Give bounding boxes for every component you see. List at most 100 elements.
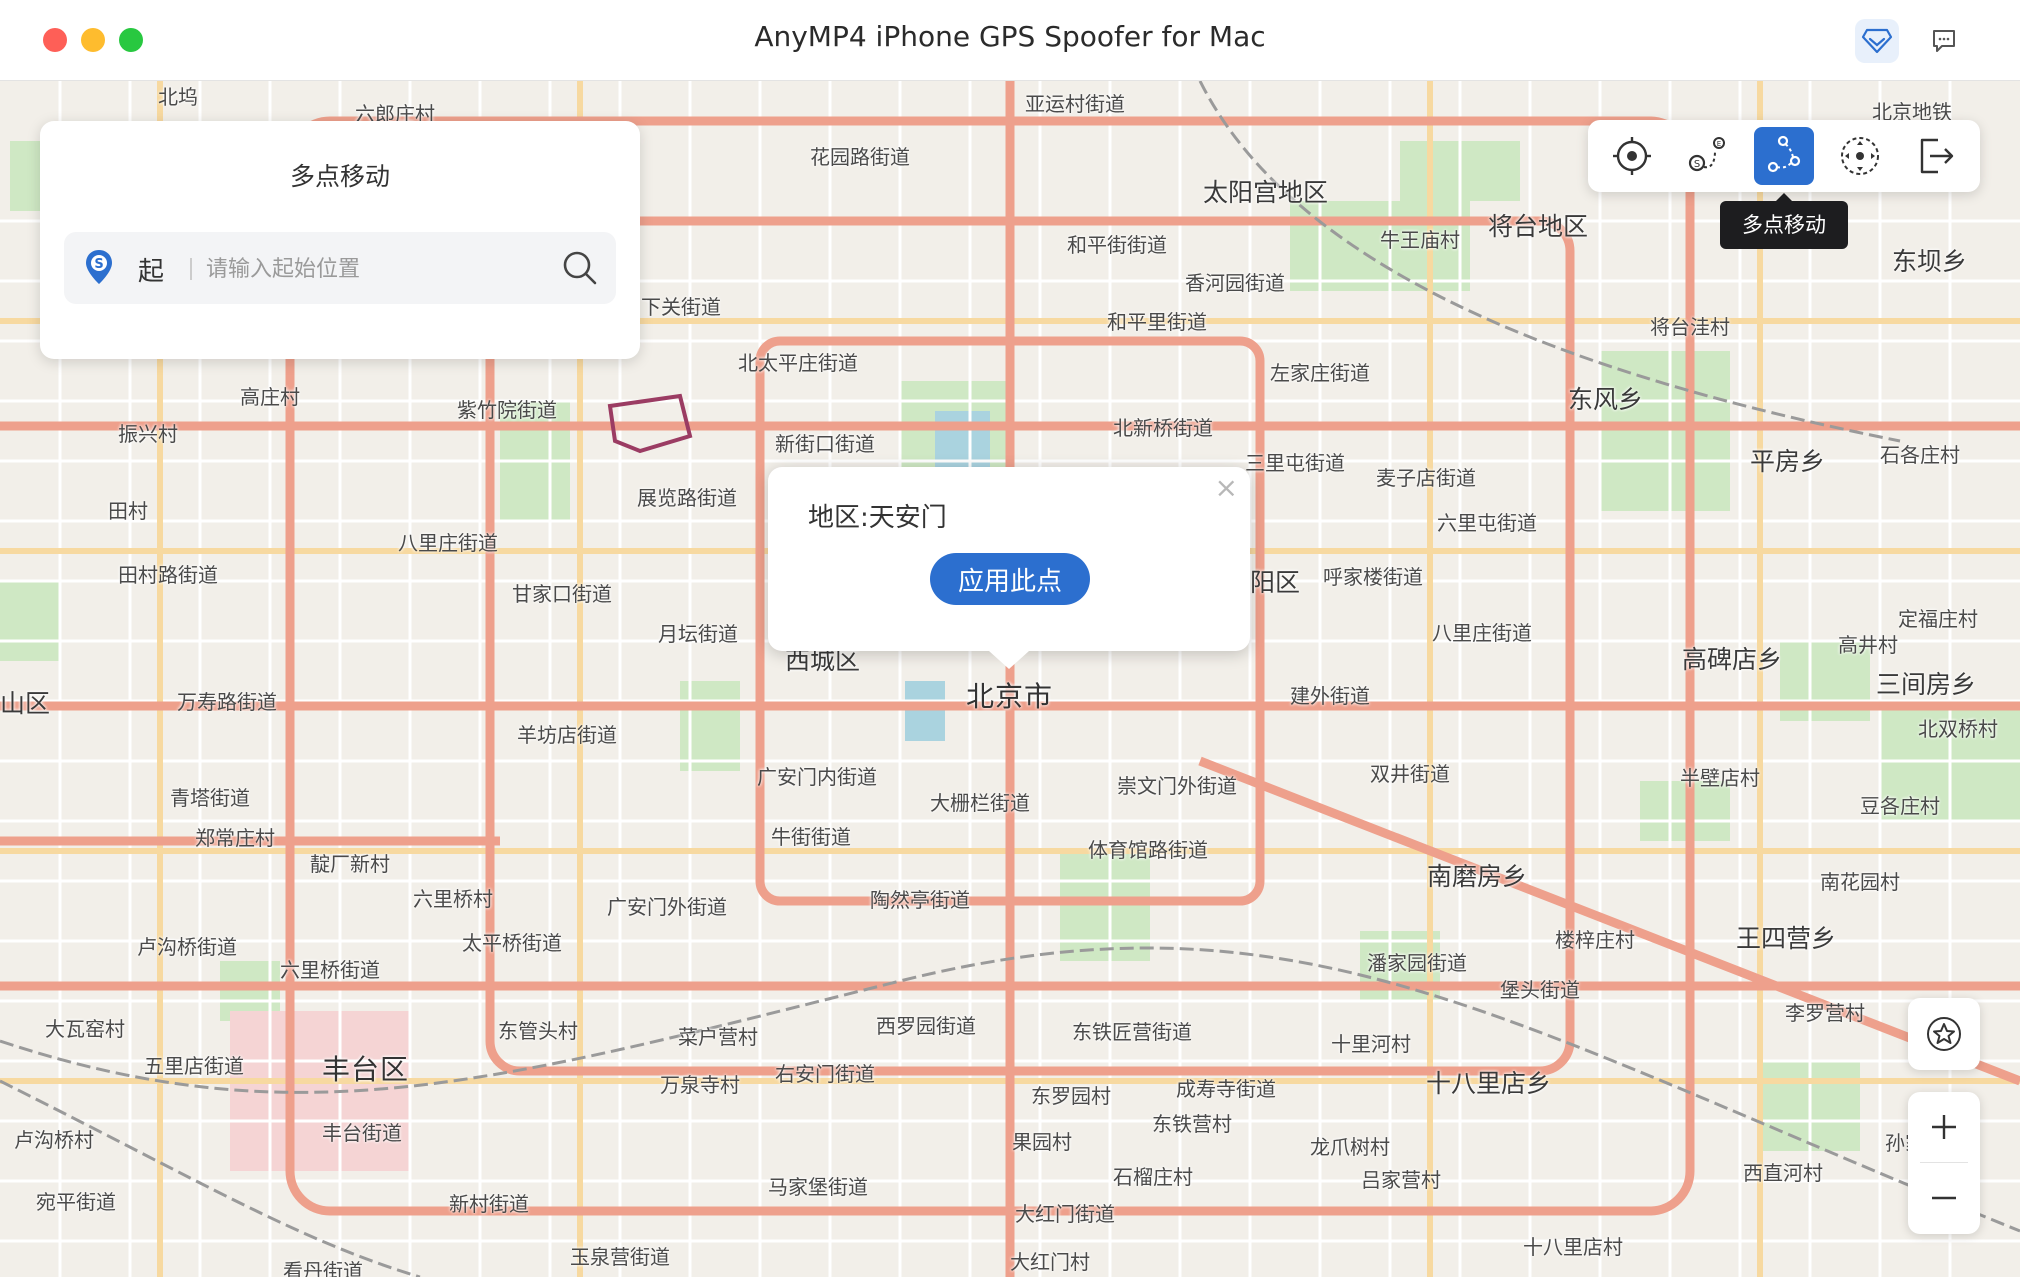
map-label: 崇文门外街道 [1117, 774, 1237, 798]
map-label: 三间房乡 [1876, 670, 1977, 699]
map-label: 甘家口街道 [512, 582, 612, 606]
map-label: 高井村 [1838, 633, 1898, 657]
zoom-out-button[interactable] [1908, 1163, 1980, 1233]
favorites-button[interactable] [1908, 998, 1980, 1070]
map-label: 王四营乡 [1736, 924, 1837, 953]
map-label: 半壁店村 [1680, 766, 1760, 790]
map-label: 体育馆路街道 [1088, 838, 1208, 862]
map-label: 南磨房乡 [1427, 862, 1528, 891]
map-label: 新街口街道 [775, 432, 875, 456]
map-label: 太平桥街道 [462, 931, 562, 955]
feedback-chat-icon [1933, 30, 1955, 52]
map-label: 田村路街道 [118, 563, 218, 587]
map-label: 北双桥村 [1918, 717, 1998, 741]
location-popup: × 地区:天安门 应用此点 [768, 467, 1250, 669]
map-label: 六里桥街道 [280, 958, 380, 982]
window-title: AnyMP4 iPhone GPS Spoofer for Mac [754, 20, 1266, 53]
joystick-icon [1841, 137, 1879, 175]
map-label: 将台洼村 [1650, 315, 1730, 339]
map-label: 左家庄街道 [1270, 361, 1370, 385]
map-label: 东铁营村 [1152, 1112, 1232, 1136]
map-label: 东罗园村 [1031, 1084, 1111, 1108]
teleport-mode-button[interactable] [1602, 127, 1662, 185]
map-label: 定福庄村 [1898, 607, 1978, 631]
exit-button[interactable] [1906, 127, 1966, 185]
mode-toolbar: S E [1588, 120, 1980, 192]
apply-point-button[interactable]: 应用此点 [930, 553, 1090, 605]
map-label: 麦子店街道 [1376, 466, 1476, 490]
map-label: 东风乡 [1568, 385, 1644, 414]
map-label: 青塔街道 [170, 786, 250, 810]
map-label: 山区 [0, 689, 51, 718]
map-label: 高碑店乡 [1682, 645, 1783, 674]
map-label: 南花园村 [1820, 870, 1900, 894]
map-label: 卢沟桥街道 [137, 935, 237, 959]
map-label: 郑常庄村 [195, 826, 275, 850]
start-pin-icon: S [86, 250, 112, 284]
zoom-controls [1908, 1092, 1980, 1234]
map-label: 花园路街道 [810, 145, 910, 169]
map-label: 阳区 [1250, 568, 1301, 597]
map-label: 龙爪树村 [1310, 1135, 1390, 1159]
map-label: 李罗营村 [1785, 1001, 1865, 1025]
map-label: 展览路街道 [637, 486, 737, 510]
map-label: 果园村 [1012, 1130, 1072, 1154]
map-label: 万泉寺村 [660, 1073, 740, 1097]
svg-text:S: S [94, 257, 103, 272]
map-label: 马家堡街道 [768, 1175, 868, 1199]
map-label: 和平里街道 [1107, 310, 1207, 334]
map-label: 陶然亭街道 [870, 888, 970, 912]
map-label: 东铁匠营街道 [1072, 1020, 1192, 1044]
search-icon[interactable] [561, 249, 599, 287]
map-label: 八里庄街道 [398, 531, 498, 555]
zoom-in-button[interactable] [1908, 1092, 1980, 1162]
popup-close-button[interactable]: × [1215, 471, 1238, 504]
map-label: 万寿路街道 [177, 690, 277, 714]
map-label: 十里河村 [1331, 1032, 1411, 1056]
map-label: 靛厂新村 [310, 852, 390, 876]
map-label: 石各庄村 [1880, 443, 1960, 467]
map-label: 新村街道 [449, 1192, 529, 1216]
premium-button[interactable] [1855, 19, 1899, 63]
joystick-mode-button[interactable] [1830, 127, 1890, 185]
app-window: AnyMP4 iPhone GPS Spoofer for Mac 北坞 六郎庄… [0, 0, 2020, 1277]
map-label: 大红门街道 [1015, 1202, 1115, 1226]
map-label: 牛王庙村 [1380, 228, 1460, 252]
map-label: 宛平街道 [36, 1190, 116, 1214]
popup-location-text: 地区:天安门 [808, 503, 947, 533]
start-label: 起 [138, 257, 165, 287]
start-location-input[interactable] [204, 246, 538, 292]
one-stop-mode-button[interactable]: S E [1678, 127, 1738, 185]
location-target-icon [1613, 137, 1651, 175]
multi-stop-mode-button[interactable] [1754, 127, 1814, 185]
map-label: 右安门街道 [775, 1062, 875, 1086]
map-label: 成寿寺街道 [1176, 1077, 1276, 1101]
minus-icon [1932, 1196, 1956, 1200]
map-label: 香河园街道 [1185, 271, 1285, 295]
map-label: 豆各庄村 [1860, 794, 1940, 818]
map-label: 和平街街道 [1067, 233, 1167, 257]
map-label: 建外街道 [1290, 684, 1370, 708]
premium-diamond-icon [1861, 28, 1893, 54]
map-label: 丰台街道 [322, 1121, 402, 1145]
feedback-button[interactable] [1922, 19, 1966, 63]
input-divider [190, 258, 192, 280]
map-label-beijing: 北京市 [966, 680, 1054, 713]
map-label: 十八里店乡 [1426, 1069, 1552, 1098]
map-label: 菜户营村 [678, 1025, 758, 1049]
map-label: 东坝乡 [1892, 247, 1968, 276]
star-badge-icon [1927, 1017, 1961, 1051]
map-label: 大红门村 [1010, 1250, 1090, 1274]
map-label: 堡头街道 [1500, 978, 1580, 1002]
map-label: 潘家园街道 [1367, 951, 1467, 975]
map-label: 羊坊店街道 [517, 723, 617, 747]
map-label: 看丹街道 [283, 1259, 363, 1277]
map-label: 牛街街道 [771, 825, 851, 849]
start-location-row[interactable]: S 起 [64, 232, 616, 304]
map-label: 大栅栏街道 [930, 791, 1030, 815]
map-label: 田村 [108, 499, 148, 523]
map-label: 六里桥村 [413, 887, 493, 911]
map-label: 西罗园街道 [876, 1014, 976, 1038]
map-label: 五里店街道 [144, 1054, 244, 1078]
svg-text:E: E [1717, 140, 1721, 148]
